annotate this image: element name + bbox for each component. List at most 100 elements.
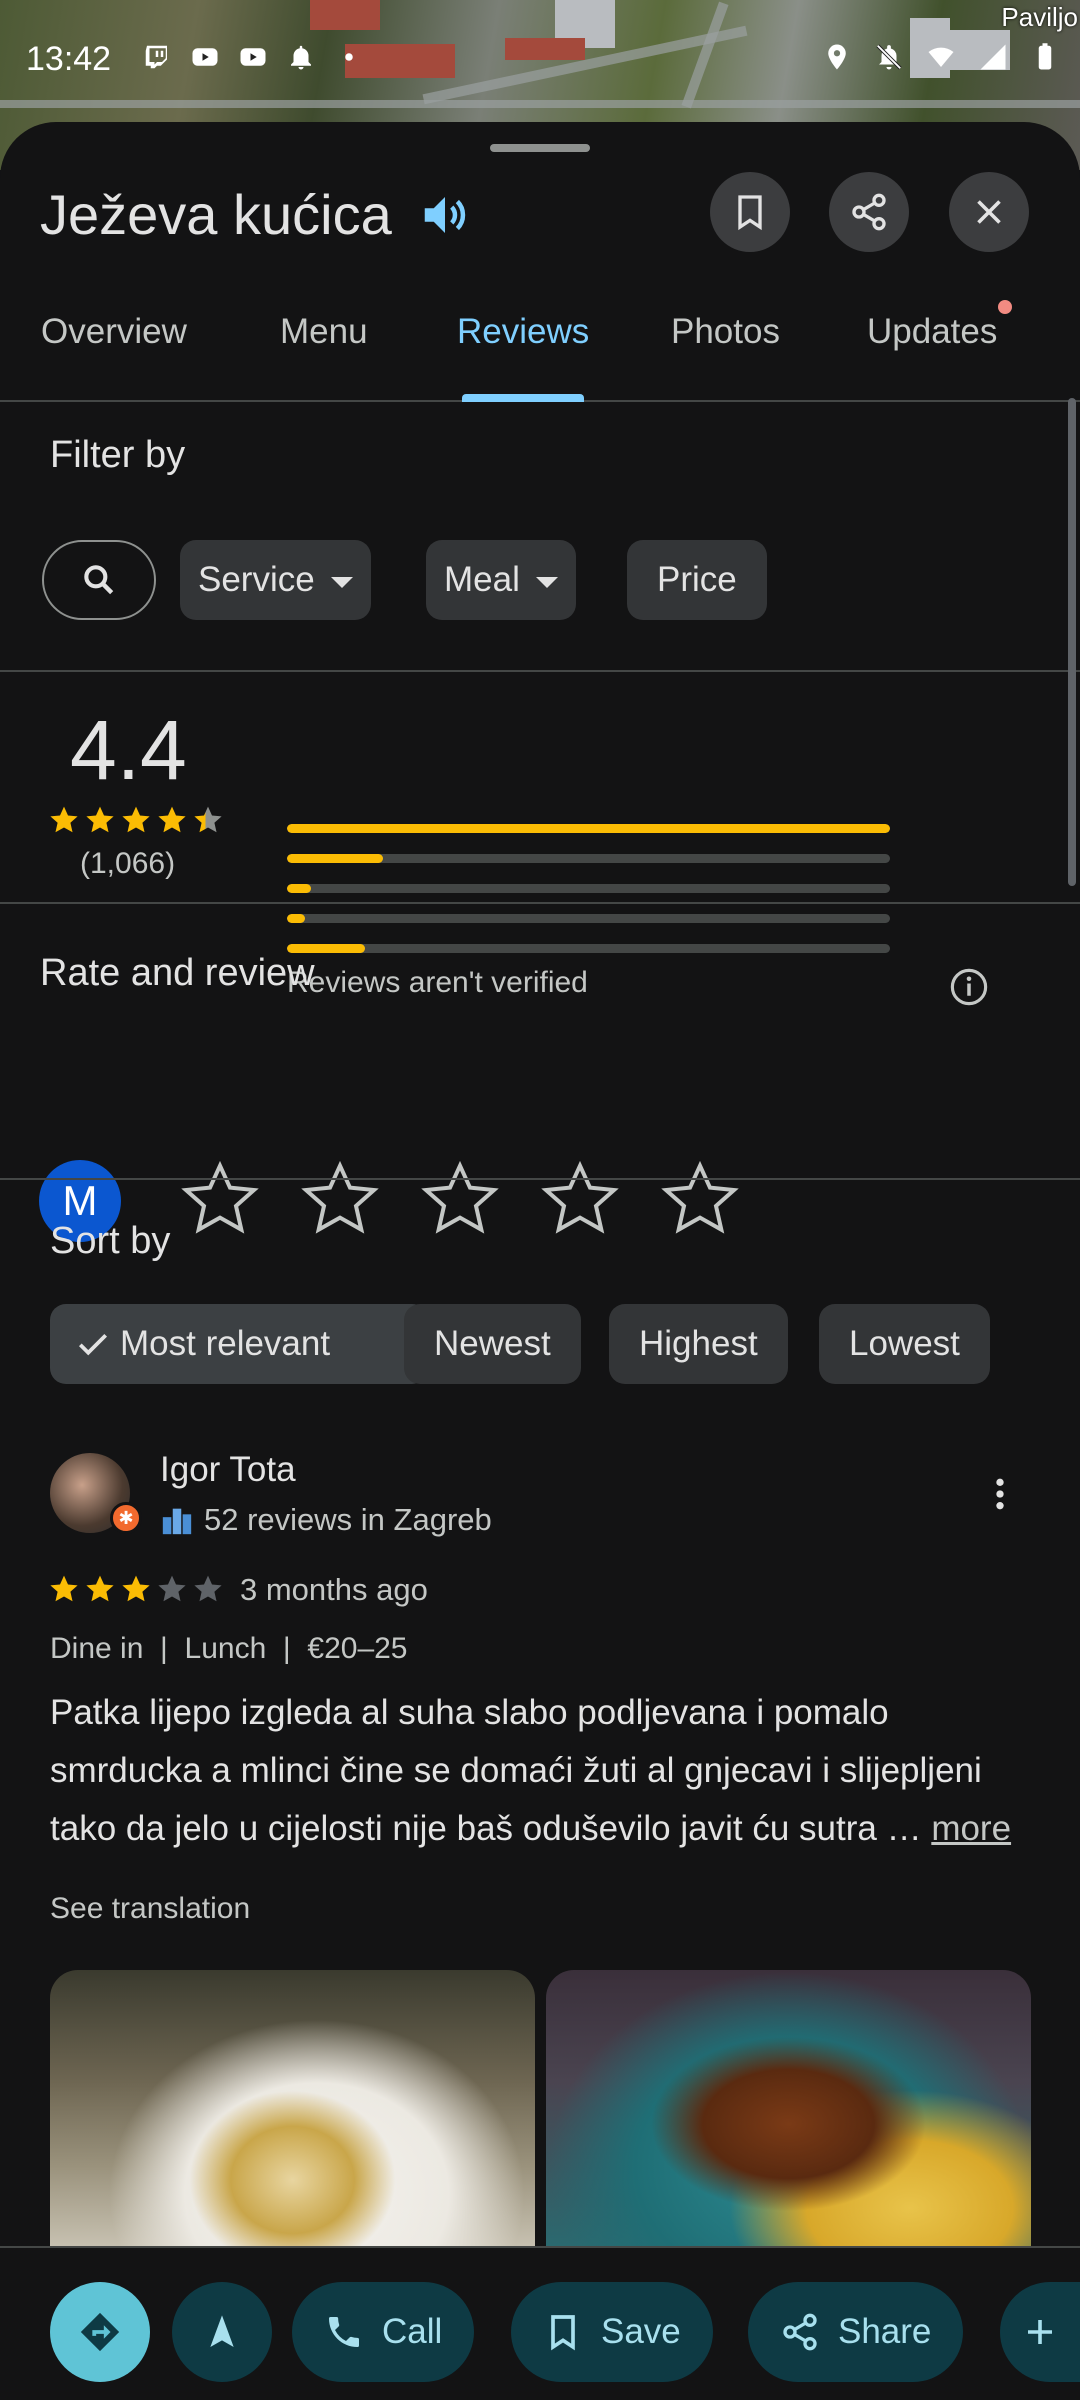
divider xyxy=(0,670,1080,672)
star-icon xyxy=(50,806,78,833)
review-body: Patka lijepo izgleda al suha slabo podlj… xyxy=(50,1693,982,1848)
info-icon[interactable] xyxy=(948,966,990,1008)
rating-bar-4-stars[interactable] xyxy=(287,854,890,863)
save-button[interactable]: Save xyxy=(511,2282,713,2382)
battery-icon xyxy=(1038,43,1052,70)
do-not-disturb-icon xyxy=(876,44,902,70)
rating-bar-5-stars[interactable] xyxy=(287,824,890,833)
share-label: Share xyxy=(838,2312,932,2351)
plus-icon xyxy=(1028,2320,1052,2344)
sort-option-label: Highest xyxy=(639,1324,758,1363)
drag-handle[interactable] xyxy=(490,144,590,152)
rating-bar-fill xyxy=(287,914,306,923)
bottom-action-bar: Call Save Share xyxy=(0,2246,1080,2400)
reviewer-meta-text: 52 reviews in Zagreb xyxy=(204,1502,492,1537)
share-bottom-button[interactable]: Share xyxy=(748,2282,964,2382)
more-link[interactable]: more xyxy=(931,1809,1011,1848)
filter-chip-service[interactable]: Service xyxy=(180,540,371,620)
youtube-icon xyxy=(192,48,218,66)
filter-title: Filter by xyxy=(50,434,186,476)
review-photo[interactable] xyxy=(50,1970,535,2250)
rate-star-icon[interactable] xyxy=(540,1159,620,1239)
star-icon xyxy=(194,806,222,833)
call-label: Call xyxy=(382,2312,443,2351)
review-stars xyxy=(48,1573,224,1605)
star-icon xyxy=(122,806,150,833)
start-navigation-button[interactable] xyxy=(172,2282,272,2382)
local-guide-badge-icon: ✱ xyxy=(110,1502,142,1534)
tab-overview[interactable]: Overview xyxy=(41,312,187,352)
average-rating: 4.4 xyxy=(70,703,187,797)
review-tags: Dine in | Lunch | €20–25 xyxy=(50,1632,408,1665)
sort-lowest[interactable]: Lowest xyxy=(819,1304,990,1384)
tab-bar: Overview Menu Reviews Photos Updates xyxy=(0,282,1080,402)
phone-icon xyxy=(329,2317,359,2347)
dropdown-arrow-icon xyxy=(535,576,558,588)
save-bookmark-button[interactable] xyxy=(710,172,790,252)
rate-and-review-title: Rate and review xyxy=(40,952,315,994)
review-photo[interactable] xyxy=(546,1970,1031,2250)
scrollbar[interactable] xyxy=(1068,398,1076,886)
rating-bar-1-stars[interactable] xyxy=(287,944,890,953)
close-button[interactable] xyxy=(949,172,1029,252)
location-icon xyxy=(828,44,846,70)
tab-photos[interactable]: Photos xyxy=(671,312,780,352)
rating-bar-2-stars[interactable] xyxy=(287,914,890,923)
average-rating-stars xyxy=(48,804,224,836)
star-icon xyxy=(122,1575,150,1602)
more-actions-button[interactable] xyxy=(1000,2282,1080,2382)
tab-reviews[interactable]: Reviews xyxy=(457,312,589,352)
rate-star-icon[interactable] xyxy=(180,1159,260,1239)
sort-option-label: Most relevant xyxy=(120,1324,331,1363)
see-translation-link[interactable]: See translation xyxy=(50,1892,250,1926)
place-title: Ježeva kućica xyxy=(40,183,392,246)
tab-updates[interactable]: Updates xyxy=(867,312,997,352)
wifi-icon xyxy=(928,47,954,67)
filter-chip-meal[interactable]: Meal xyxy=(426,540,576,620)
share-icon xyxy=(852,193,886,231)
search-reviews-button[interactable] xyxy=(42,540,156,620)
star-icon xyxy=(194,1575,222,1602)
status-bar: 13:42 xyxy=(0,0,1080,120)
reviewer-name[interactable]: Igor Tota xyxy=(160,1450,296,1490)
active-tab-indicator xyxy=(462,394,584,402)
bookmark-icon xyxy=(551,2315,575,2351)
tab-menu[interactable]: Menu xyxy=(280,312,368,352)
signal-icon xyxy=(980,44,1006,70)
search-icon xyxy=(84,565,114,595)
filter-chip-price[interactable]: Price xyxy=(627,540,767,620)
rating-bar-fill xyxy=(287,884,312,893)
filter-chip-label: Price xyxy=(657,560,737,599)
status-time: 13:42 xyxy=(26,40,112,78)
checkmark-icon xyxy=(78,1333,108,1356)
sort-highest[interactable]: Highest xyxy=(609,1304,788,1384)
divider xyxy=(0,1178,1080,1180)
share-icon xyxy=(783,2313,817,2351)
sort-newest[interactable]: Newest xyxy=(404,1304,581,1384)
notification-bell-icon xyxy=(291,45,311,70)
sort-option-label: Lowest xyxy=(849,1324,960,1363)
rating-bar-fill xyxy=(287,824,890,833)
rate-star-icon[interactable] xyxy=(660,1159,740,1239)
star-icon xyxy=(86,1575,114,1602)
sort-title: Sort by xyxy=(50,1220,171,1262)
reviewer-meta: 52 reviews in Zagreb xyxy=(160,1502,492,1538)
filter-chip-label: Meal xyxy=(444,560,520,599)
twitch-icon xyxy=(145,45,167,69)
speaker-icon[interactable] xyxy=(418,188,472,242)
directions-button[interactable] xyxy=(50,2282,150,2382)
filter-chip-label: Service xyxy=(198,560,315,599)
call-button[interactable]: Call xyxy=(292,2282,475,2382)
rating-bar-3-stars[interactable] xyxy=(287,884,890,893)
updates-notification-dot xyxy=(998,300,1012,314)
review-text[interactable]: Patka lijepo izgleda al suha slabo podlj… xyxy=(50,1684,1040,1858)
review-count: (1,066) xyxy=(80,847,176,880)
more-options-icon[interactable] xyxy=(980,1472,1020,1516)
close-icon xyxy=(977,200,1001,224)
star-icon xyxy=(158,806,186,833)
rate-star-icon[interactable] xyxy=(420,1159,500,1239)
sort-most-relevant[interactable]: Most relevant xyxy=(50,1304,428,1384)
share-button[interactable] xyxy=(829,172,909,252)
reviews-unverified-note: Reviews aren't verified xyxy=(287,966,588,999)
rate-star-icon[interactable] xyxy=(300,1159,380,1239)
